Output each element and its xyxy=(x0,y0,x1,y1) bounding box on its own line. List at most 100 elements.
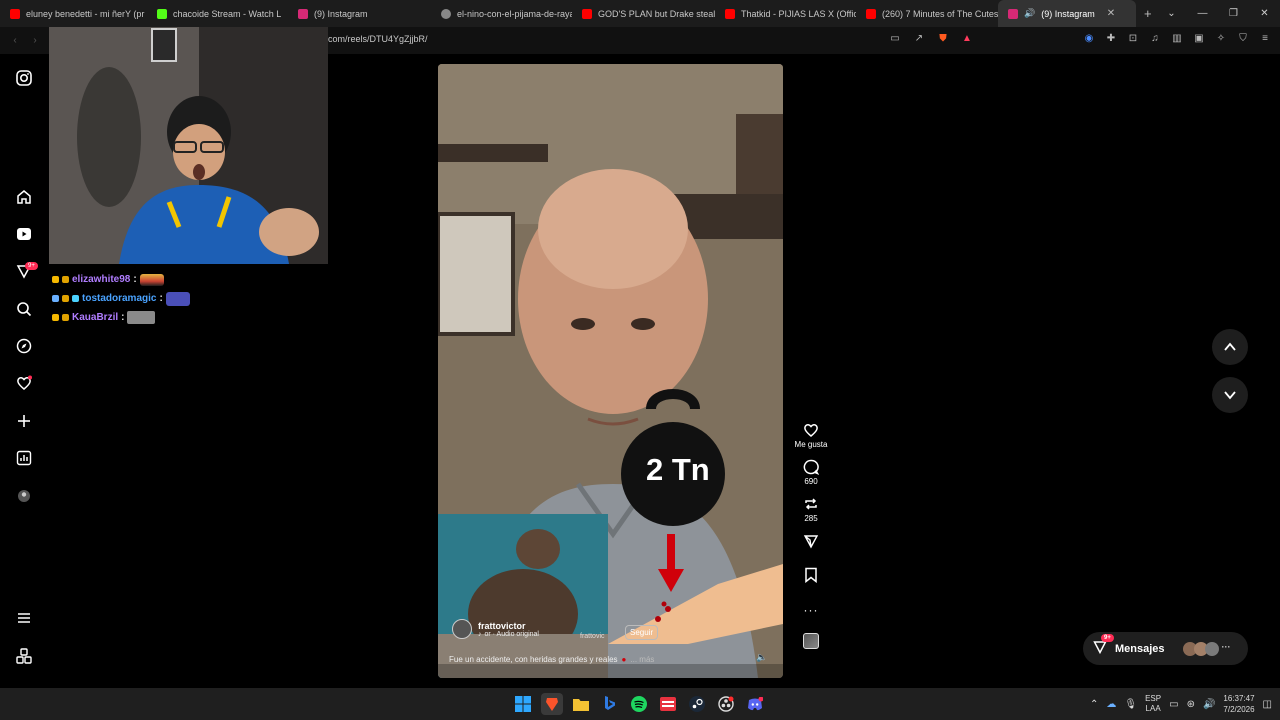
tab-youtube-1[interactable]: eluney benedetti - mi ñerY (pr xyxy=(0,0,147,27)
author-avatar[interactable] xyxy=(452,619,472,639)
screenshot-icon[interactable]: ⊡ xyxy=(1126,31,1140,45)
maximize-button[interactable]: ❐ xyxy=(1218,0,1249,27)
menu-icon[interactable]: ≡ xyxy=(1258,31,1272,45)
back-icon[interactable]: ‹ xyxy=(8,33,22,47)
repost-action[interactable]: 285 xyxy=(790,496,832,523)
blood-emoji-icon: ● xyxy=(621,655,627,664)
reel-video[interactable]: 2 Tn frattovictor ♪ or · Audio original f… xyxy=(438,64,783,678)
profile-avatar[interactable] xyxy=(14,486,34,506)
audio-label[interactable]: or · Audio original xyxy=(485,631,539,638)
audio-cover-icon[interactable] xyxy=(803,633,819,649)
tab-kick[interactable]: chacoide Stream - Watch L xyxy=(147,0,288,27)
share-icon[interactable]: ↗ xyxy=(912,31,926,45)
reels-icon[interactable] xyxy=(14,224,34,244)
youtube-icon xyxy=(725,8,735,19)
comment-icon[interactable] xyxy=(803,459,819,475)
tab-title: Thatkid - PIJIAS LAS X (Official V xyxy=(741,8,856,19)
heart-icon[interactable] xyxy=(803,422,819,438)
audio-tag: frattovic xyxy=(580,633,605,640)
gem-badge-icon xyxy=(72,295,79,302)
save-action[interactable] xyxy=(790,567,832,583)
youtube-icon xyxy=(582,8,592,19)
translate-icon[interactable]: ◉ xyxy=(1082,31,1096,45)
tab-instagram-1[interactable]: (9) Instagram xyxy=(288,0,431,27)
more-dots-icon[interactable]: ··· xyxy=(804,603,819,617)
music-note-icon: ♪ xyxy=(478,630,482,638)
microphone-icon[interactable]: 🎙 xyxy=(1124,699,1137,710)
wallet-icon[interactable]: ▣ xyxy=(1192,31,1206,45)
bookmark-icon[interactable] xyxy=(804,567,818,583)
also-from-meta-icon[interactable] xyxy=(14,646,34,666)
author-name[interactable]: frattovictor xyxy=(478,621,539,631)
sidebar-icon[interactable]: ▥ xyxy=(1170,31,1184,45)
extensions-icon[interactable]: ✚ xyxy=(1104,31,1118,45)
dashboard-icon[interactable] xyxy=(14,448,34,468)
send-icon[interactable] xyxy=(803,533,819,549)
music-icon[interactable]: ♫ xyxy=(1148,31,1162,45)
next-reel-button[interactable] xyxy=(1212,377,1248,413)
follow-button[interactable]: Seguir xyxy=(625,625,659,640)
minimize-button[interactable]: — xyxy=(1187,0,1218,27)
search-icon[interactable] xyxy=(14,299,34,319)
tab-youtube-2[interactable]: GOD'S PLAN but Drake steals a xyxy=(572,0,715,27)
emote-icon xyxy=(139,273,164,286)
brave-browser-icon[interactable] xyxy=(541,693,563,715)
vpn-icon[interactable]: ⛉ xyxy=(1236,31,1250,45)
tab-instagram-active[interactable]: 🔊 (9) Instagram ✕ xyxy=(998,0,1136,27)
messages-button[interactable]: 9+ Mensajes ··· xyxy=(1083,632,1248,665)
obs-icon[interactable] xyxy=(715,693,737,715)
tab-youtube-4[interactable]: (260) 7 Minutes of The Cutest xyxy=(856,0,998,27)
display-icon[interactable]: ▭ xyxy=(1169,699,1178,710)
tab-title: el-nino-con-el-pijama-de-raya xyxy=(457,8,572,19)
windows-start-icon[interactable] xyxy=(512,693,534,715)
more-menu-icon[interactable] xyxy=(14,608,34,628)
repost-icon[interactable] xyxy=(803,496,819,512)
notifications-icon[interactable]: ◫ xyxy=(1263,699,1272,710)
previous-reel-button[interactable] xyxy=(1212,329,1248,365)
chevron-down-icon xyxy=(1224,391,1236,400)
network-icon[interactable]: ⊛ xyxy=(1187,699,1195,710)
file-explorer-icon[interactable] xyxy=(570,693,592,715)
discord-icon[interactable] xyxy=(744,693,766,715)
chat-message: KauaBrzil: xyxy=(52,308,190,327)
tab-search-icon[interactable]: ⌄ xyxy=(1156,0,1187,27)
tab-bar: eluney benedetti - mi ñerY (pr chacoide … xyxy=(0,0,1280,27)
messages-label: Mensajes xyxy=(1115,642,1165,655)
close-window-button[interactable]: ✕ xyxy=(1249,0,1280,27)
messages-badge: 9+ xyxy=(1101,634,1114,642)
notifications-heart-icon[interactable] xyxy=(14,373,34,393)
forward-icon[interactable]: › xyxy=(28,33,42,47)
explore-icon[interactable] xyxy=(14,336,34,356)
crown-badge-icon xyxy=(52,276,59,283)
leo-icon[interactable]: ✧ xyxy=(1214,31,1228,45)
create-icon[interactable] xyxy=(14,411,34,431)
bing-icon[interactable] xyxy=(599,693,621,715)
url-field[interactable]: com/reels/DTU4YgZjjbR/ xyxy=(328,34,428,44)
emote-icon xyxy=(165,291,190,306)
close-tab-icon[interactable]: ✕ xyxy=(1107,8,1115,19)
cloud-icon[interactable]: ☁ xyxy=(1106,699,1116,710)
tab-youtube-3[interactable]: Thatkid - PIJIAS LAS X (Official V xyxy=(715,0,856,27)
audio-thumbnail[interactable] xyxy=(790,633,832,649)
cast-icon[interactable]: ▭ xyxy=(888,31,902,45)
more-link[interactable]: ... más xyxy=(630,655,654,664)
like-label: Me gusta xyxy=(794,440,828,449)
like-action[interactable]: Me gusta xyxy=(790,422,832,449)
streaming-app-icon[interactable] xyxy=(657,693,679,715)
rewards-icon[interactable]: ▲ xyxy=(960,31,974,45)
tray-overflow-icon[interactable]: ⌃ xyxy=(1090,699,1098,710)
instagram-logo-icon[interactable] xyxy=(14,68,34,88)
volume-icon[interactable]: 🔊 xyxy=(1203,699,1215,710)
mute-icon[interactable]: 🔈 xyxy=(756,652,767,663)
chat-username: tostadoramagic xyxy=(82,293,157,304)
spotify-icon[interactable] xyxy=(628,693,650,715)
share-action[interactable] xyxy=(790,533,832,549)
home-icon[interactable] xyxy=(14,187,34,207)
language-indicator[interactable]: ESP LAA xyxy=(1145,694,1161,714)
clock[interactable]: 16:37:47 7/2/2026 xyxy=(1223,693,1254,715)
comment-action[interactable]: 690 xyxy=(790,459,832,486)
steam-icon[interactable] xyxy=(686,693,708,715)
brave-shield-icon[interactable]: ⛊ xyxy=(936,31,950,45)
tab-web[interactable]: el-nino-con-el-pijama-de-raya xyxy=(431,0,572,27)
more-options-action[interactable]: ··· xyxy=(790,603,832,617)
